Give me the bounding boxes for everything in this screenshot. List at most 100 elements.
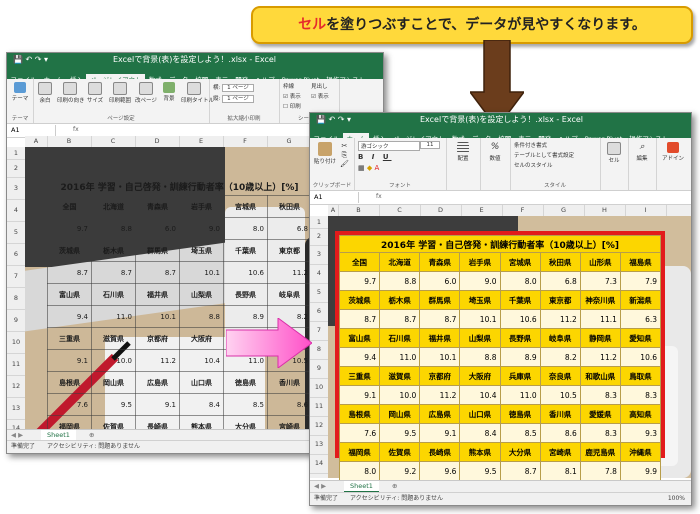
font-style-buttons[interactable]: B I U: [358, 153, 392, 161]
row-header[interactable]: 5: [310, 283, 328, 303]
column-header[interactable]: A: [25, 136, 48, 147]
column-header[interactable]: E: [461, 205, 503, 216]
percent-icon: %: [490, 142, 500, 152]
column-header[interactable]: F: [223, 136, 268, 147]
row-header[interactable]: 4: [310, 264, 328, 284]
row-header[interactable]: 4: [7, 199, 25, 222]
accessibility-status[interactable]: アクセシビリティ: 問題ありません: [47, 443, 140, 450]
column-header[interactable]: F: [502, 205, 544, 216]
accessibility-status[interactable]: アクセシビリティ: 問題ありません: [350, 495, 443, 502]
styles-group: 条件付き書式 テーブルとして書式設定 セルのスタイル スタイル: [510, 138, 601, 190]
background-button[interactable]: 背景: [159, 82, 179, 102]
font-size-select[interactable]: 11: [420, 141, 440, 149]
row-header[interactable]: 6: [310, 302, 328, 322]
row-header[interactable]: 2: [7, 159, 25, 178]
row-header[interactable]: 7: [7, 265, 25, 288]
column-header[interactable]: E: [179, 136, 224, 147]
prefecture-cell: 広島県: [135, 371, 180, 394]
column-header[interactable]: C: [379, 205, 421, 216]
height-field[interactable]: 縦: 1 ページ: [213, 94, 254, 103]
add-sheet-icon[interactable]: ⊕: [89, 430, 94, 440]
table-row: 7.6 9.5 9.1 8.4 8.5 8.6: [47, 393, 313, 416]
column-header[interactable]: C: [91, 136, 136, 147]
value-cell: 8.0: [223, 217, 268, 240]
fill-color-icon[interactable]: ▦ ◆ A: [358, 164, 379, 172]
prefecture-cell: 大阪府: [459, 366, 501, 386]
row-header[interactable]: 9: [7, 309, 25, 332]
cut-copy-icons[interactable]: ✂ ⎘ 🖌: [340, 142, 349, 169]
cells-button[interactable]: セル: [603, 142, 625, 164]
prefecture-cell: 岩手県: [459, 252, 501, 272]
row-header[interactable]: 11: [7, 353, 25, 376]
add-sheet-icon[interactable]: ⊕: [392, 481, 397, 491]
value-cell: 6.8: [266, 217, 313, 240]
name-box[interactable]: A1: [9, 125, 56, 136]
gridlines-print-checkbox[interactable]: ☐ 印刷: [283, 102, 301, 110]
row-header[interactable]: 9: [310, 359, 328, 379]
prefecture-cell: 香川県: [539, 404, 581, 424]
row-header[interactable]: 14: [310, 454, 328, 474]
column-header[interactable]: D: [135, 136, 180, 147]
gridlines-view-checkbox[interactable]: ☑ 表示: [283, 92, 301, 100]
column-header[interactable]: H: [584, 205, 626, 216]
row-header[interactable]: 10: [7, 331, 25, 354]
column-header[interactable]: B: [338, 205, 380, 216]
number-format-button[interactable]: % 数値: [483, 142, 507, 162]
row-header[interactable]: 12: [7, 375, 25, 398]
conditional-format-button[interactable]: 条件付き書式: [514, 141, 547, 149]
breaks-button[interactable]: 改ページ: [135, 82, 157, 104]
size-button[interactable]: サイズ: [85, 82, 105, 104]
row-header[interactable]: 7: [310, 321, 328, 341]
row-header[interactable]: 5: [7, 221, 25, 244]
row-header[interactable]: 3: [310, 245, 328, 265]
cell-styles-button[interactable]: セルのスタイル: [514, 161, 553, 169]
column-header[interactable]: G: [267, 136, 312, 147]
orientation-button[interactable]: 印刷の向き: [57, 82, 85, 104]
editing-button[interactable]: ⌕ 編集: [631, 142, 653, 162]
row-header[interactable]: 12: [310, 416, 328, 436]
row-header[interactable]: 10: [310, 378, 328, 398]
font-name-select[interactable]: 游ゴシック: [358, 141, 420, 151]
addin-icon: [667, 142, 679, 153]
cells-icon: [607, 142, 621, 155]
column-header[interactable]: I: [625, 205, 667, 216]
value-cell: 11.0: [379, 347, 421, 367]
row-header[interactable]: 11: [310, 397, 328, 417]
addin-button[interactable]: アドイン: [660, 142, 686, 162]
prefecture-cell: 全国: [338, 252, 381, 272]
row-header[interactable]: 2: [310, 228, 328, 246]
prefecture-cell: 福井県: [135, 283, 180, 306]
sheet-nav-arrows[interactable]: ◀ ▶: [11, 430, 23, 440]
align-button[interactable]: 配置: [450, 142, 476, 162]
row-header[interactable]: 8: [310, 340, 328, 360]
print-titles-button[interactable]: 印刷タイトル: [181, 82, 214, 104]
name-box[interactable]: A1: [312, 192, 359, 203]
prefecture-cell: 東京都: [266, 239, 313, 262]
table-row: 島根県 岡山県 広島県 山口県 徳島県 香川県: [47, 371, 313, 394]
value-cell: 9.1: [338, 385, 381, 405]
column-header[interactable]: G: [543, 205, 585, 216]
headings-view-checkbox[interactable]: ☑ 表示: [311, 92, 329, 100]
fx-icon[interactable]: fx: [376, 191, 382, 203]
column-header[interactable]: D: [420, 205, 462, 216]
row-header[interactable]: 6: [7, 243, 25, 266]
row-header[interactable]: 8: [7, 287, 25, 310]
row-header[interactable]: 13: [310, 435, 328, 455]
prefecture-cell: 福島県: [619, 252, 662, 272]
table-format-button[interactable]: テーブルとして書式設定: [514, 151, 574, 159]
row-header[interactable]: 13: [7, 397, 25, 420]
table-row: 9.4 11.0 10.1 8.8 8.9 8.2 11.2 10.6: [338, 347, 662, 367]
value-cell: 8.1: [539, 461, 581, 481]
sheet-nav-arrows[interactable]: ◀ ▶: [314, 481, 326, 491]
width-field[interactable]: 横: 1 ページ: [213, 83, 254, 92]
value-cell: 11.2: [266, 261, 313, 284]
zoom-level[interactable]: 100%: [668, 493, 685, 505]
column-header[interactable]: B: [47, 136, 92, 147]
theme-button[interactable]: テーマ: [9, 82, 31, 102]
print-area-button[interactable]: 印刷範囲: [107, 82, 133, 104]
window-title: Excelで背景(表)を設定しよう！.xlsx - Excel: [113, 55, 276, 64]
fx-icon[interactable]: fx: [73, 124, 79, 136]
margins-button[interactable]: 余白: [35, 82, 55, 104]
row-header[interactable]: 3: [7, 177, 25, 200]
paste-button[interactable]: 貼り付け: [312, 142, 338, 165]
